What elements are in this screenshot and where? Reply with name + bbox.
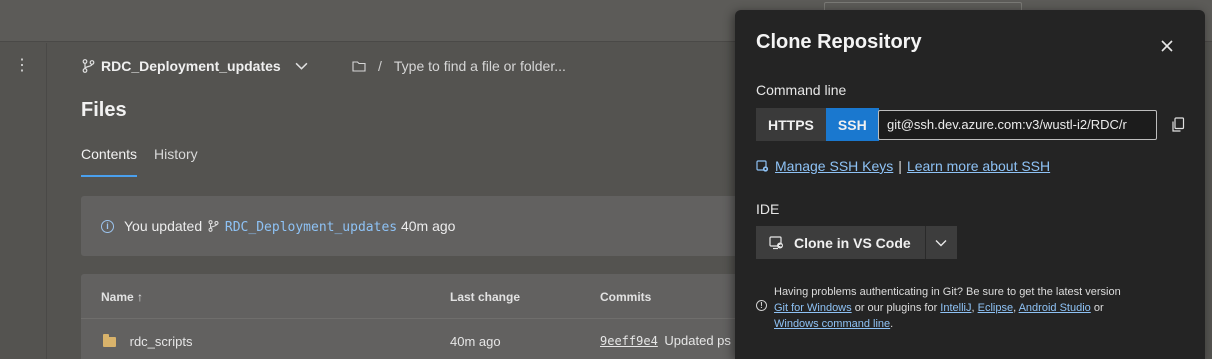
column-header-commits: Commits xyxy=(600,290,652,304)
panel-title: Clone Repository xyxy=(756,31,922,53)
protocol-toggle: HTTPS SSH xyxy=(756,108,879,141)
learn-more-ssh-link[interactable]: Learn more about SSH xyxy=(907,158,1050,174)
row-last-change: 40m ago xyxy=(450,334,501,349)
branch-selector[interactable]: RDC_Deployment_updates xyxy=(82,55,308,77)
windows-command-line-link[interactable]: Windows command line xyxy=(774,318,890,330)
eclipse-link[interactable]: Eclipse xyxy=(978,302,1013,314)
row-name[interactable]: rdc_scripts xyxy=(130,334,193,349)
path-search-input[interactable]: Type to find a file or folder... xyxy=(394,58,566,74)
link-separator: | xyxy=(898,158,902,174)
key-icon xyxy=(756,159,769,172)
divider xyxy=(81,318,781,319)
clone-in-vscode-button[interactable]: Clone in VS Code xyxy=(756,226,925,259)
branch-name: RDC_Deployment_updates xyxy=(101,58,281,74)
git-for-windows-link[interactable]: Git for Windows xyxy=(774,302,852,314)
clone-ide-split-button: Clone in VS Code xyxy=(756,226,957,259)
ssh-button[interactable]: SSH xyxy=(825,108,879,141)
folder-icon xyxy=(352,61,366,72)
help-text-block: ! Having problems authenticating in Git?… xyxy=(756,284,1186,332)
android-studio-link[interactable]: Android Studio xyxy=(1019,302,1091,314)
commit-message: Updated ps xyxy=(664,333,731,348)
tab-contents[interactable]: Contents xyxy=(81,144,138,177)
branch-icon xyxy=(82,59,95,73)
clone-repository-panel: Clone Repository Command line HTTPS SSH … xyxy=(735,10,1205,359)
help-mid: or our plugins for xyxy=(851,302,941,314)
update-banner: i You updated RDC_Deployment_updates 40m… xyxy=(81,196,781,256)
ide-label: IDE xyxy=(756,201,780,217)
more-options-icon[interactable]: ⋮ xyxy=(14,56,30,76)
help-or: or xyxy=(1090,302,1104,314)
info-icon: i xyxy=(101,219,114,233)
branch-icon xyxy=(208,219,219,232)
row-commit: 9eeff9e4 Updated ps xyxy=(600,333,731,348)
table-row[interactable]: rdc_scripts xyxy=(103,334,192,349)
tab-history[interactable]: History xyxy=(154,144,198,177)
folder-icon xyxy=(103,334,116,347)
left-rail xyxy=(0,43,47,359)
clone-url-field[interactable]: git@ssh.dev.azure.com:v3/wustl-i2/RDC/r xyxy=(878,110,1157,140)
banner-suffix: 40m ago xyxy=(400,217,456,234)
info-icon: ! xyxy=(756,300,767,311)
manage-ssh-keys-link[interactable]: Manage SSH Keys xyxy=(775,158,893,174)
copy-icon[interactable] xyxy=(1171,117,1185,133)
files-table: Name ↑ Last change Commits rdc_scripts 4… xyxy=(81,274,781,359)
help-line1: Having problems authenticating in Git? B… xyxy=(774,286,1121,298)
help-period: . xyxy=(890,318,894,330)
banner-prefix: You updated xyxy=(124,217,203,234)
tab-bar: Contents History xyxy=(81,144,198,177)
path-bar: / Type to find a file or folder... xyxy=(352,55,566,77)
page-title: Files xyxy=(81,99,127,121)
ssh-links: Manage SSH Keys | Learn more about SSH xyxy=(756,158,1050,174)
vscode-clone-icon xyxy=(769,235,783,249)
command-line-label: Command line xyxy=(756,82,847,98)
https-button[interactable]: HTTPS xyxy=(756,108,826,141)
banner-branch-link[interactable]: RDC_Deployment_updates xyxy=(225,220,397,235)
intellij-link[interactable]: IntelliJ xyxy=(940,302,971,314)
clone-in-vscode-label: Clone in VS Code xyxy=(794,234,911,251)
column-header-name[interactable]: Name ↑ xyxy=(101,290,143,304)
chevron-down-icon xyxy=(935,239,947,246)
ide-dropdown-button[interactable] xyxy=(924,226,957,259)
commit-hash-link[interactable]: 9eeff9e4 xyxy=(600,334,658,348)
close-icon[interactable] xyxy=(1159,38,1175,54)
chevron-down-icon xyxy=(295,59,308,73)
column-header-last-change: Last change xyxy=(450,290,521,304)
path-separator: / xyxy=(378,58,382,74)
